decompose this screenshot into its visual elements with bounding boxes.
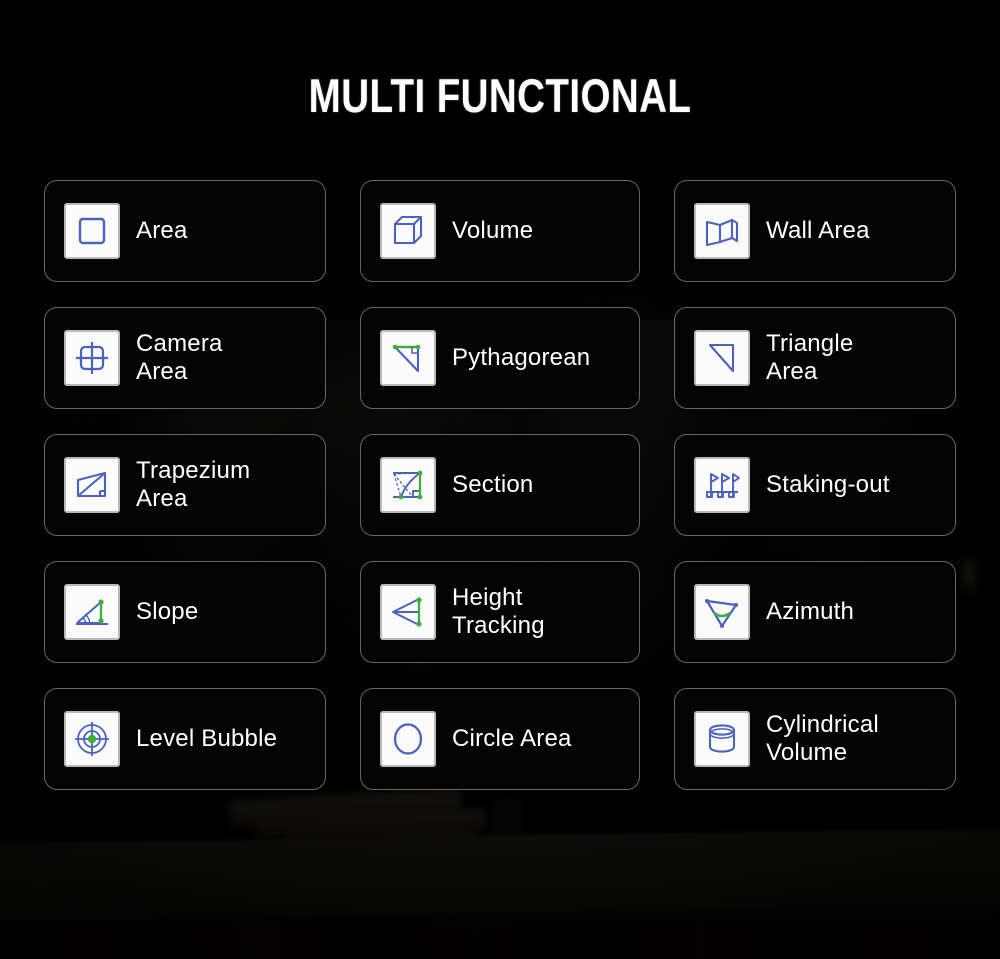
feature-grid: Area Volume Wall Area Camera Area Pythag… xyxy=(44,180,956,790)
feature-label: Camera Area xyxy=(136,329,223,385)
feature-label: Section xyxy=(452,470,534,498)
feature-label: Azimuth xyxy=(766,597,855,625)
feature-card-volume[interactable]: Volume xyxy=(360,180,640,282)
app-screen: MULTI FUNCTIONAL Area Volume Wall Area C… xyxy=(0,0,1000,959)
feature-label: Area xyxy=(136,216,188,244)
feature-card-wall-area[interactable]: Wall Area xyxy=(674,180,956,282)
stakes-flags-icon xyxy=(694,457,750,513)
height-tracking-icon xyxy=(380,584,436,640)
trapezium-icon xyxy=(64,457,120,513)
feature-card-area[interactable]: Area xyxy=(44,180,326,282)
wall-panels-icon xyxy=(694,203,750,259)
circle-outline-icon xyxy=(380,711,436,767)
feature-card-cylindrical-volume[interactable]: Cylindrical Volume xyxy=(674,688,956,790)
feature-card-trapezium-area[interactable]: Trapezium Area xyxy=(44,434,326,536)
camera-frame-icon xyxy=(64,330,120,386)
feature-label: Height Tracking xyxy=(452,583,545,639)
cube-3d-icon xyxy=(380,203,436,259)
feature-label: Level Bubble xyxy=(136,724,278,752)
feature-card-height-tracking[interactable]: Height Tracking xyxy=(360,561,640,663)
feature-card-triangle-area[interactable]: Triangle Area xyxy=(674,307,956,409)
pythagorean-triangle-icon xyxy=(380,330,436,386)
feature-card-staking-out[interactable]: Staking-out xyxy=(674,434,956,536)
right-triangle-icon xyxy=(694,330,750,386)
page-title: MULTI FUNCTIONAL xyxy=(308,69,692,122)
feature-label: Pythagorean xyxy=(452,343,591,371)
feature-label: Slope xyxy=(136,597,199,625)
azimuth-arc-icon xyxy=(694,584,750,640)
cylinder-3d-icon xyxy=(694,711,750,767)
feature-card-pythagorean[interactable]: Pythagorean xyxy=(360,307,640,409)
feature-label: Cylindrical Volume xyxy=(766,710,879,766)
feature-label: Volume xyxy=(452,216,534,244)
feature-label: Triangle Area xyxy=(766,329,854,385)
feature-label: Wall Area xyxy=(766,216,870,244)
feature-card-level-bubble[interactable]: Level Bubble xyxy=(44,688,326,790)
feature-card-circle-area[interactable]: Circle Area xyxy=(360,688,640,790)
feature-label: Circle Area xyxy=(452,724,572,752)
level-bubble-target-icon xyxy=(64,711,120,767)
slope-angle-icon xyxy=(64,584,120,640)
feature-card-azimuth[interactable]: Azimuth xyxy=(674,561,956,663)
feature-card-camera-area[interactable]: Camera Area xyxy=(44,307,326,409)
feature-label: Trapezium Area xyxy=(136,456,251,512)
square-outline-icon xyxy=(64,203,120,259)
section-profile-icon xyxy=(380,457,436,513)
feature-label: Staking-out xyxy=(766,470,890,498)
feature-card-slope[interactable]: Slope xyxy=(44,561,326,663)
feature-card-section[interactable]: Section xyxy=(360,434,640,536)
